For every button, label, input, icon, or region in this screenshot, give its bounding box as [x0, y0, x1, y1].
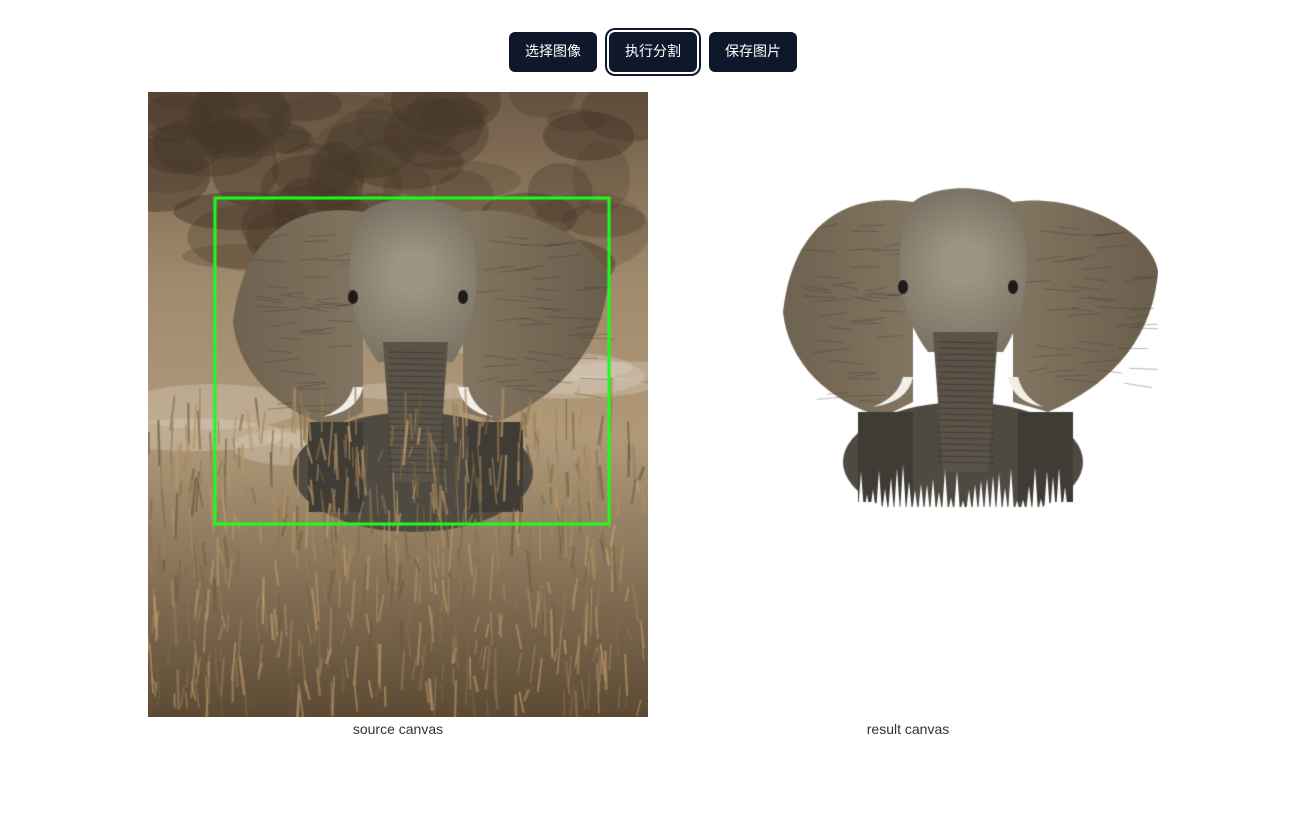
source-canvas-caption: source canvas [352, 721, 444, 737]
result-canvas[interactable] [658, 92, 1158, 717]
toolbar: 选择图像 执行分割 保存图片 [0, 32, 1300, 72]
source-canvas[interactable] [148, 92, 648, 717]
select-image-button[interactable]: 选择图像 [509, 32, 597, 72]
run-segmentation-button[interactable]: 执行分割 [609, 32, 697, 72]
result-canvas-caption: result canvas [866, 721, 950, 737]
save-image-button[interactable]: 保存图片 [709, 32, 797, 72]
source-canvas-container [148, 92, 648, 717]
result-canvas-container [658, 92, 1158, 717]
